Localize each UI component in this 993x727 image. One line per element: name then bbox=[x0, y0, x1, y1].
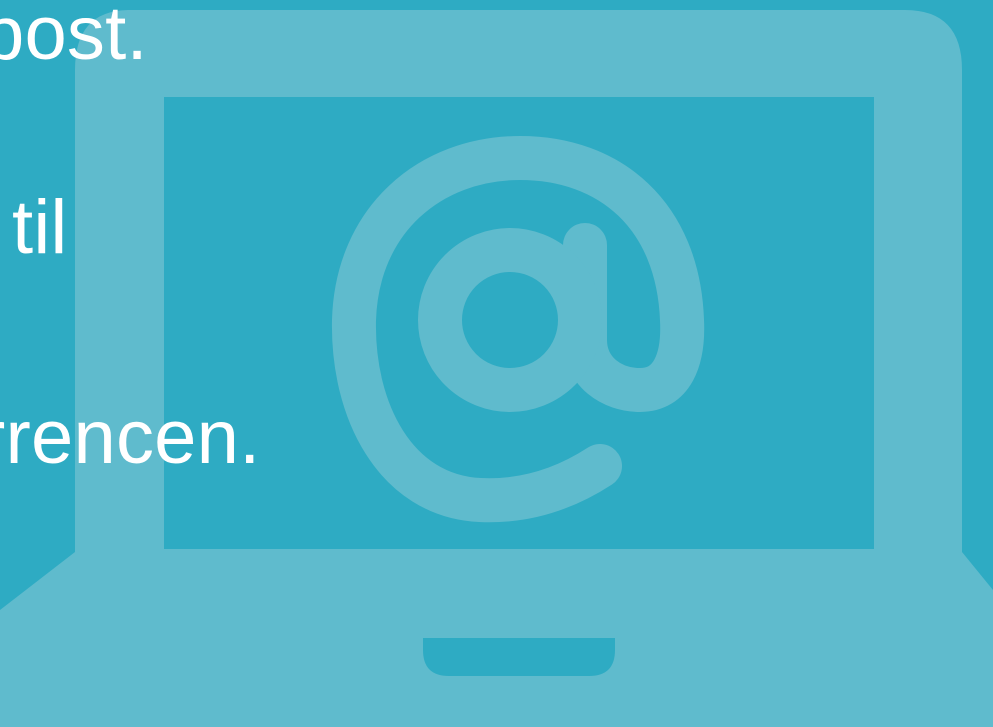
slide-text-line-1: post. bbox=[0, 0, 148, 76]
laptop-email-icon bbox=[0, 10, 993, 727]
trackpad-slot bbox=[423, 638, 615, 676]
slide-text-line-3: rrencen. bbox=[0, 395, 261, 480]
slide-text-line-2: til bbox=[12, 185, 68, 270]
slide-canvas: post. til rrencen. bbox=[0, 0, 993, 727]
